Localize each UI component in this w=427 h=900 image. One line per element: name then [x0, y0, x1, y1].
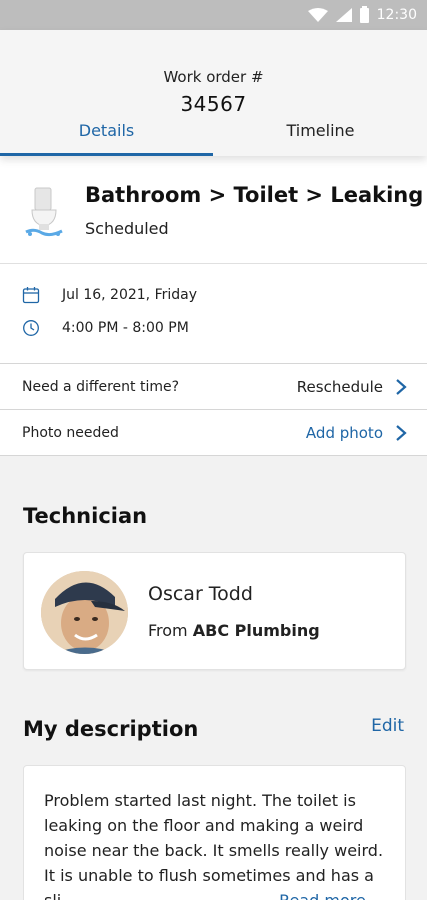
- wifi-icon: [307, 8, 328, 22]
- schedule-date: Jul 16, 2021, Friday: [62, 287, 198, 303]
- technician-section-title: Technician: [23, 504, 148, 528]
- technician-company: From ABC Plumbing: [148, 621, 320, 640]
- technician-company-name: ABC Plumbing: [192, 621, 320, 640]
- reschedule-label: Reschedule: [296, 377, 383, 396]
- reschedule-button[interactable]: Reschedule: [297, 378, 407, 396]
- read-more-label: Read more: [279, 891, 366, 900]
- chevron-right-icon: [396, 378, 407, 395]
- status-bar: 12:30: [0, 0, 427, 30]
- issue-title: Bathroom > Toilet > Leaking: [85, 183, 424, 207]
- tab-details-label: Details: [78, 121, 135, 140]
- description-section-title: My description: [23, 717, 199, 741]
- technician-from-label: From: [148, 621, 188, 640]
- description-text: Problem started last night. The toilet i…: [44, 791, 384, 900]
- work-order-label: Work order #: [163, 68, 264, 86]
- clock-icon: [23, 320, 39, 336]
- issue-summary: Bathroom > Toilet > Leaking Scheduled: [0, 156, 427, 264]
- photo-row: Photo needed Add photo: [0, 410, 427, 456]
- technician-name: Oscar Todd: [148, 583, 253, 605]
- schedule-date-row: Jul 16, 2021, Friday: [22, 286, 197, 304]
- tab-details[interactable]: Details: [0, 121, 213, 156]
- calendar-icon: [22, 287, 40, 304]
- schedule-time-row: 4:00 PM - 8:00 PM: [22, 319, 189, 337]
- toilet-icon: [25, 187, 63, 237]
- schedule-section: Jul 16, 2021, Friday 4:00 PM - 8:00 PM: [0, 264, 427, 364]
- work-order-number: 34567: [180, 92, 247, 116]
- technician-card[interactable]: Oscar Todd From ABC Plumbing: [23, 552, 406, 670]
- reschedule-row: Need a different time? Reschedule: [0, 364, 427, 410]
- tab-timeline[interactable]: Timeline: [214, 121, 427, 156]
- edit-description-link[interactable]: Edit: [371, 716, 404, 736]
- work-order-header: Work order # 34567 Details Timeline: [0, 30, 427, 156]
- battery-icon: [359, 5, 369, 23]
- add-photo-button[interactable]: Add photo: [306, 424, 407, 442]
- reschedule-prompt: Need a different time?: [22, 378, 180, 395]
- description-card: Problem started last night. The toilet i…: [23, 765, 406, 900]
- tab-timeline-label: Timeline: [286, 121, 355, 140]
- photo-prompt: Photo needed: [22, 424, 119, 441]
- signal-icon: [335, 8, 352, 22]
- avatar: [41, 571, 128, 654]
- read-more-link[interactable]: … Read more: [252, 888, 380, 900]
- chevron-right-icon: [396, 424, 407, 441]
- status-time: 12:30: [376, 7, 417, 23]
- add-photo-label: Add photo: [305, 423, 383, 442]
- issue-status: Scheduled: [85, 219, 169, 238]
- active-tab-indicator: [0, 153, 213, 156]
- schedule-time: 4:00 PM - 8:00 PM: [62, 320, 189, 336]
